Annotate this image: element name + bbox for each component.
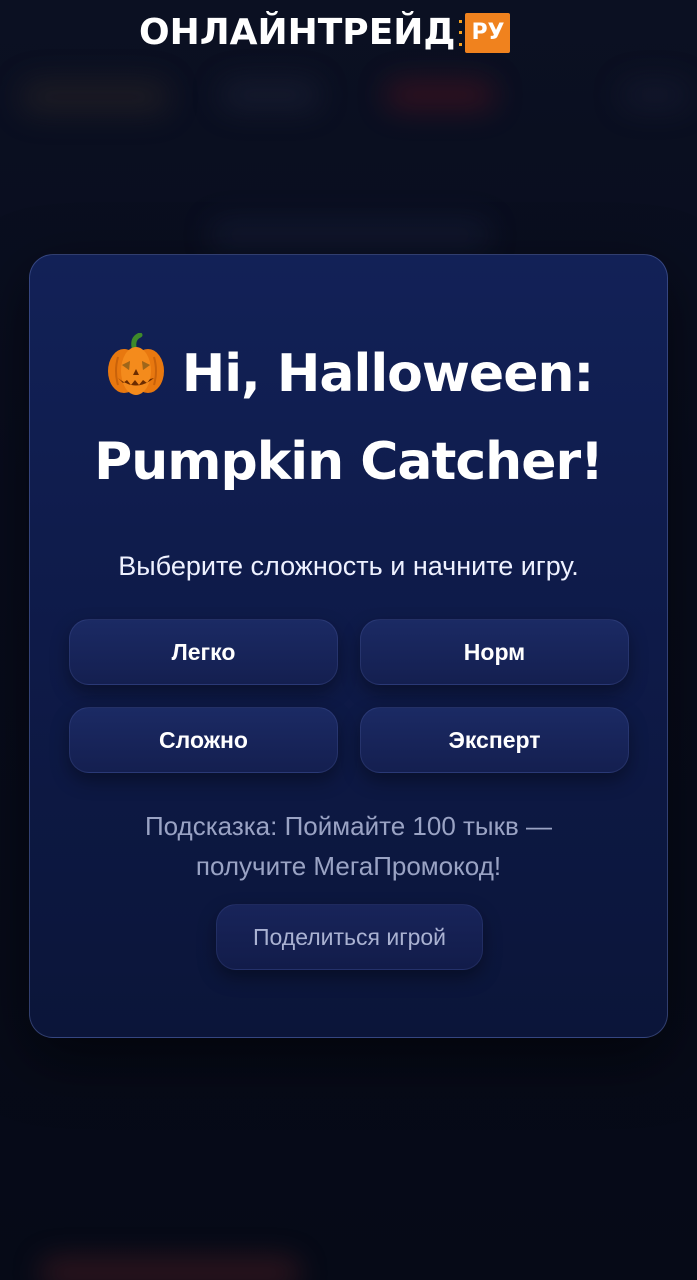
- blurred-background-element: [620, 80, 690, 110]
- logo-wordmark: ОНЛАЙНТРЕЙД: [139, 12, 456, 53]
- hint-line-1: Подсказка: Поймайте 100 тыкв —: [144, 811, 553, 841]
- logo-badge: РУ: [465, 13, 511, 53]
- hint-text: Подсказка: Поймайте 100 тыкв — получите …: [0, 806, 697, 886]
- difficulty-easy-button[interactable]: Легко: [69, 619, 338, 685]
- jack-o-lantern-icon: [107, 333, 164, 395]
- modal-subtitle: Выберите сложность и начните игру.: [118, 551, 579, 581]
- title-line-1: Hi, Halloween:: [0, 330, 697, 418]
- game-page: ОНЛАЙНТРЕЙД РУ Hi, Halloween: Pumpkin Ca…: [0, 0, 697, 1280]
- difficulty-normal-button[interactable]: Норм: [360, 619, 629, 685]
- blurred-background-element: [210, 220, 490, 250]
- modal-title: Hi, Halloween: Pumpkin Catcher!: [0, 330, 697, 506]
- title-line-1-text: Hi, Halloween:: [181, 344, 595, 404]
- share-game-button[interactable]: Поделиться игрой: [216, 904, 483, 970]
- blurred-background-element: [20, 80, 170, 114]
- blurred-background-element: [220, 80, 320, 110]
- hint-line-2: получите МегаПромокод!: [195, 851, 502, 881]
- difficulty-expert-button[interactable]: Эксперт: [360, 707, 629, 773]
- logo-separator: [459, 16, 463, 50]
- site-logo: ОНЛАЙНТРЕЙД РУ: [139, 12, 511, 54]
- difficulty-hard-button[interactable]: Сложно: [69, 707, 338, 773]
- blurred-background-element: [385, 80, 495, 110]
- title-line-2: Pumpkin Catcher!: [94, 432, 604, 492]
- blurred-background-element: [40, 1258, 300, 1280]
